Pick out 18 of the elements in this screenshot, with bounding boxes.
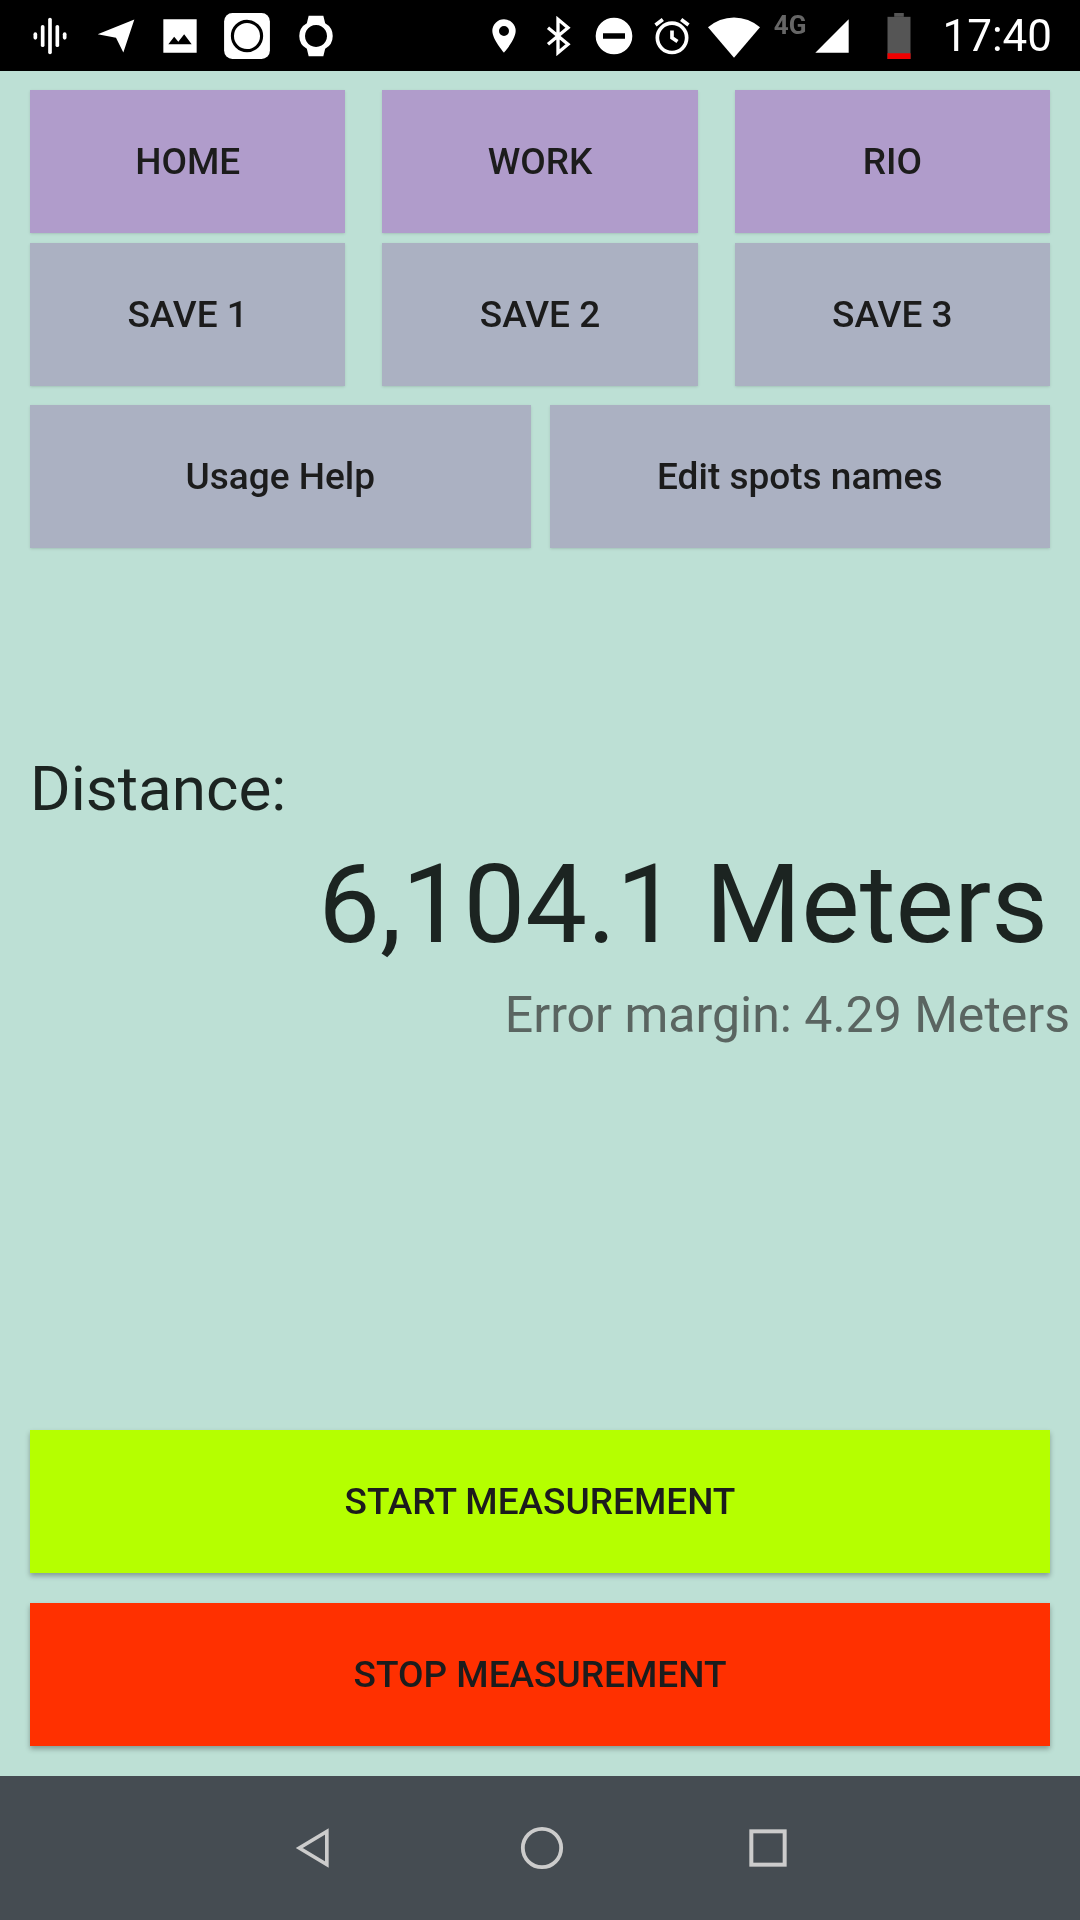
- start-button[interactable]: START MEASUREMENT: [30, 1430, 1050, 1573]
- action-button[interactable]: Edit spots names: [549, 405, 1050, 548]
- distance-label: Distance:: [30, 758, 288, 820]
- home-icon[interactable]: [519, 1825, 565, 1871]
- stop-button[interactable]: STOP MEASUREMENT: [30, 1603, 1050, 1746]
- distance-value: 6,104.1 Meters: [318, 850, 1048, 960]
- action-button[interactable]: Usage Help: [30, 405, 531, 548]
- save-button[interactable]: SAVE 2: [382, 243, 698, 386]
- network-type: 4G: [773, 9, 807, 42]
- spot-button[interactable]: RIO: [734, 90, 1050, 233]
- spot-button[interactable]: HOME: [30, 90, 346, 233]
- save-button[interactable]: SAVE 3: [734, 243, 1050, 386]
- clock-time: 17:40: [942, 8, 1052, 64]
- recents-icon[interactable]: [748, 1828, 789, 1868]
- battery-icon: [886, 12, 913, 59]
- app-icon: [222, 10, 272, 61]
- spot-button[interactable]: WORK: [382, 90, 698, 233]
- save-button[interactable]: SAVE 1: [30, 243, 346, 386]
